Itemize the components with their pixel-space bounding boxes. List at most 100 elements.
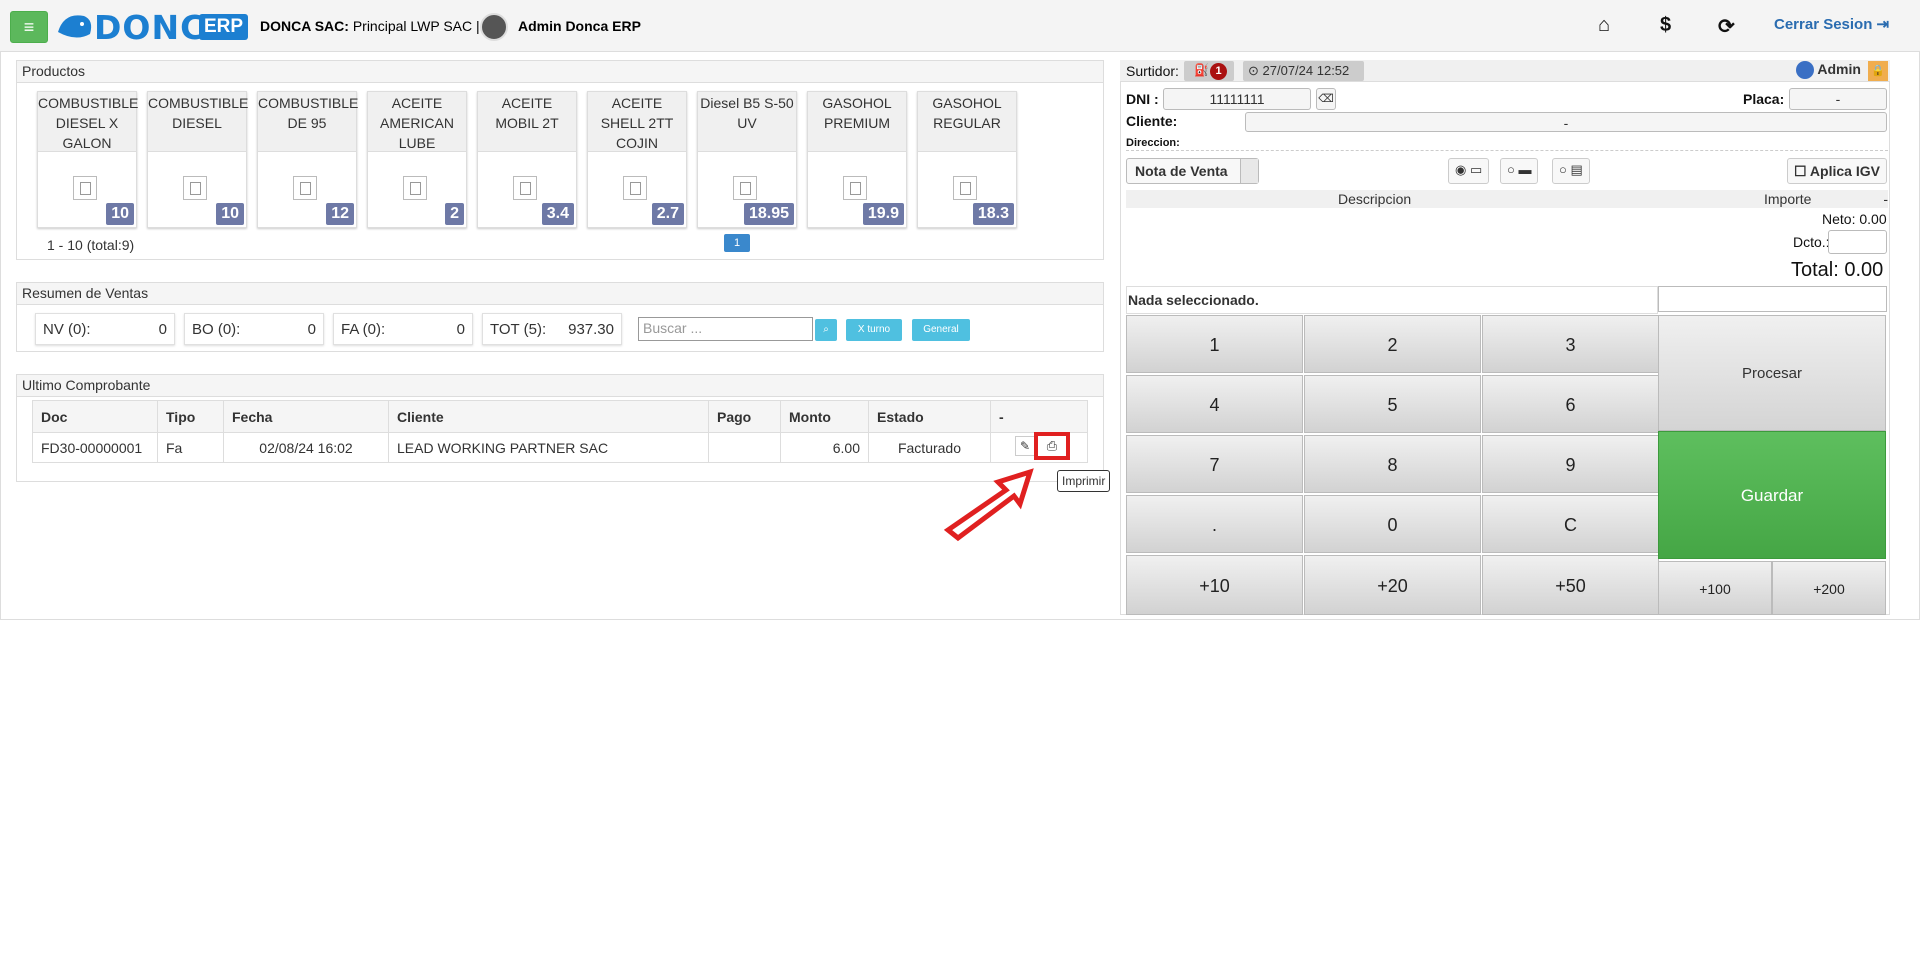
user-name: Admin Donca ERP [518,18,641,34]
resumen-title: Resumen de Ventas [17,283,1103,305]
cell-monto: 6.00 [780,432,869,463]
brand-suffix: ERP [199,14,249,40]
eraser-icon[interactable]: ⌫ [1316,88,1336,110]
product-card[interactable]: GASOHOL REGULAR 18.3 [917,91,1017,228]
keypad-key[interactable]: 3 [1482,315,1659,373]
summary-fa: FA (0): 0 [333,313,473,345]
aplica-igv-checkbox[interactable]: ☐ Aplica IGV [1787,158,1887,184]
cell-cliente: LEAD WORKING PARTNER SAC [388,432,709,463]
lock-refresh-icon[interactable]: ⟳ [1718,14,1735,39]
procesar-button[interactable]: Procesar [1658,315,1886,431]
pagination-info: 1 - 10 (total:9) [47,237,135,253]
product-image-icon [623,176,647,200]
placa-input[interactable]: - [1789,88,1887,110]
divider [1126,150,1888,151]
bo-label: BO (0): [192,321,241,338]
keypad-key[interactable]: C [1482,495,1659,553]
doc-type-select[interactable]: Nota de Venta [1126,158,1259,184]
importe-value: - [1883,191,1888,207]
quantity-input[interactable] [1658,286,1887,312]
payment-cash-radio[interactable]: ◉ ▭ [1448,158,1490,184]
datetime-text: 27/07/24 12:52 [1262,63,1350,78]
keypad-key[interactable]: 5 [1304,375,1481,433]
keypad-key[interactable]: 7 [1126,435,1303,493]
selected-item-label: Nada seleccionado. [1126,286,1658,314]
print-button[interactable]: ⎙ [1034,432,1070,460]
product-card[interactable]: Diesel B5 S-50 UV 18.95 [697,91,797,228]
product-card[interactable]: GASOHOL PREMIUM 19.9 [807,91,907,228]
home-icon[interactable]: ⌂ [1598,14,1610,37]
guardar-button[interactable]: Guardar [1658,431,1886,559]
keypad-key[interactable]: +200 [1772,561,1886,615]
general-button[interactable]: General [912,319,970,341]
col-pago: Pago [708,400,781,433]
product-price: 3.4 [541,203,574,225]
page-1-button[interactable]: 1 [724,234,750,252]
product-card[interactable]: COMBUSTIBLE DE 95 12 [257,91,358,228]
dni-input[interactable]: 11111111 [1163,88,1311,110]
keypad-key[interactable]: 1 [1126,315,1303,373]
nv-value: 0 [158,321,167,338]
product-name: COMBUSTIBLE DE 95 [258,92,358,152]
cell-pago [708,432,781,463]
keypad-key[interactable]: 2 [1304,315,1481,373]
surtidor-badge: 1 [1210,63,1227,80]
col-tipo: Tipo [157,400,224,433]
admin-badge[interactable]: Admin 🔒 [1796,61,1888,81]
col-fecha: Fecha [223,400,389,433]
printer-icon: ⎙ [1046,438,1058,453]
fa-label: FA (0): [341,321,386,338]
col-doc: Doc [32,400,158,433]
product-name: COMBUSTIBLE DIESEL X GALON [38,92,138,152]
payment-card-radio[interactable]: ○ ▤ [1552,158,1590,184]
pos-header [1120,60,1890,82]
product-card[interactable]: ACEITE AMERICAN LUBE 2 [367,91,467,228]
product-price: 18.95 [743,203,794,225]
product-card[interactable]: COMBUSTIBLE DIESEL X GALON 10 [37,91,138,228]
keypad-key[interactable]: 6 [1482,375,1659,433]
direccion-label: Direccion: [1126,137,1180,149]
placa-label: Placa: [1743,91,1785,107]
payment-visa-radio[interactable]: ○ ▬ [1500,158,1539,184]
surtidor-selector[interactable]: ⛽ 1 [1184,61,1234,81]
cliente-label: Cliente: [1126,113,1178,129]
keypad-key[interactable]: +20 [1304,555,1481,615]
search-input[interactable]: Buscar ... [638,317,813,341]
cliente-input[interactable]: - [1245,112,1887,132]
keypad-key[interactable]: 8 [1304,435,1481,493]
table-header: Doc Tipo Fecha Cliente Pago Monto Estado… [32,400,1088,433]
cell-doc: FD30-00000001 [32,432,158,463]
keypad-key[interactable]: 0 [1304,495,1481,553]
search-button[interactable]: ⌕ [815,319,837,341]
product-price: 12 [326,203,354,225]
logout-label: Cerrar Sesion [1774,16,1873,33]
keypad-key[interactable]: 9 [1482,435,1659,493]
product-card[interactable]: ACEITE SHELL 2TT COJIN 2.7 [587,91,687,228]
xturno-button[interactable]: X turno [846,319,902,341]
col-estado: Estado [868,400,991,433]
logo: DONCA ERP [54,6,249,47]
keypad-key[interactable]: . [1126,495,1303,553]
cell-fecha: 02/08/24 16:02 [223,432,389,463]
user-avatar [480,13,508,41]
keypad-key[interactable]: 4 [1126,375,1303,433]
fa-value: 0 [456,321,465,338]
logout-link[interactable]: Cerrar Sesion ⇥ [1774,15,1889,33]
product-card[interactable]: COMBUSTIBLE DIESEL 10 [147,91,248,228]
keypad-key[interactable]: +50 [1482,555,1659,615]
datetime-badge: ⊙ 27/07/24 12:52 [1243,61,1364,81]
visa-icon: ▬ [1518,162,1532,177]
keypad-key[interactable]: +10 [1126,555,1303,615]
product-card[interactable]: ACEITE MOBIL 2T 3.4 [477,91,577,228]
edit-pencil-icon[interactable]: ✎ [1015,436,1035,456]
summary-nv: NV (0): 0 [35,313,175,345]
tot-label: TOT (5): [490,321,547,338]
summary-tot: TOT (5): 937.30 [482,313,622,345]
dollar-icon[interactable]: $ [1660,14,1671,37]
menu-toggle-button[interactable]: ≡ [10,11,48,43]
dcto-input[interactable] [1828,230,1887,254]
keypad-key[interactable]: +100 [1658,561,1772,615]
descripcion-header: Descripcion [1338,191,1412,207]
neto-value: Neto: 0.00 [1822,211,1887,227]
fuel-pump-icon: ⛽ [1194,63,1209,77]
